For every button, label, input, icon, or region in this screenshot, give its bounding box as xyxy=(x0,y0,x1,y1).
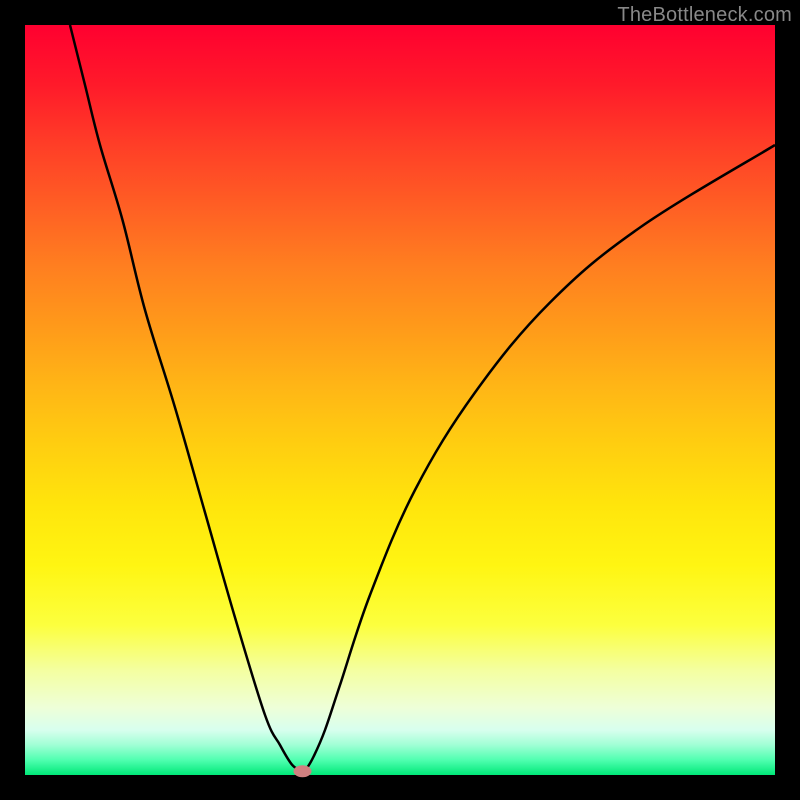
watermark-text: TheBottleneck.com xyxy=(617,4,792,27)
plot-area xyxy=(25,25,775,775)
chart-frame: TheBottleneck.com xyxy=(0,0,800,800)
minimum-marker xyxy=(294,765,312,777)
curve-svg xyxy=(25,25,775,775)
bottleneck-curve xyxy=(70,25,775,771)
